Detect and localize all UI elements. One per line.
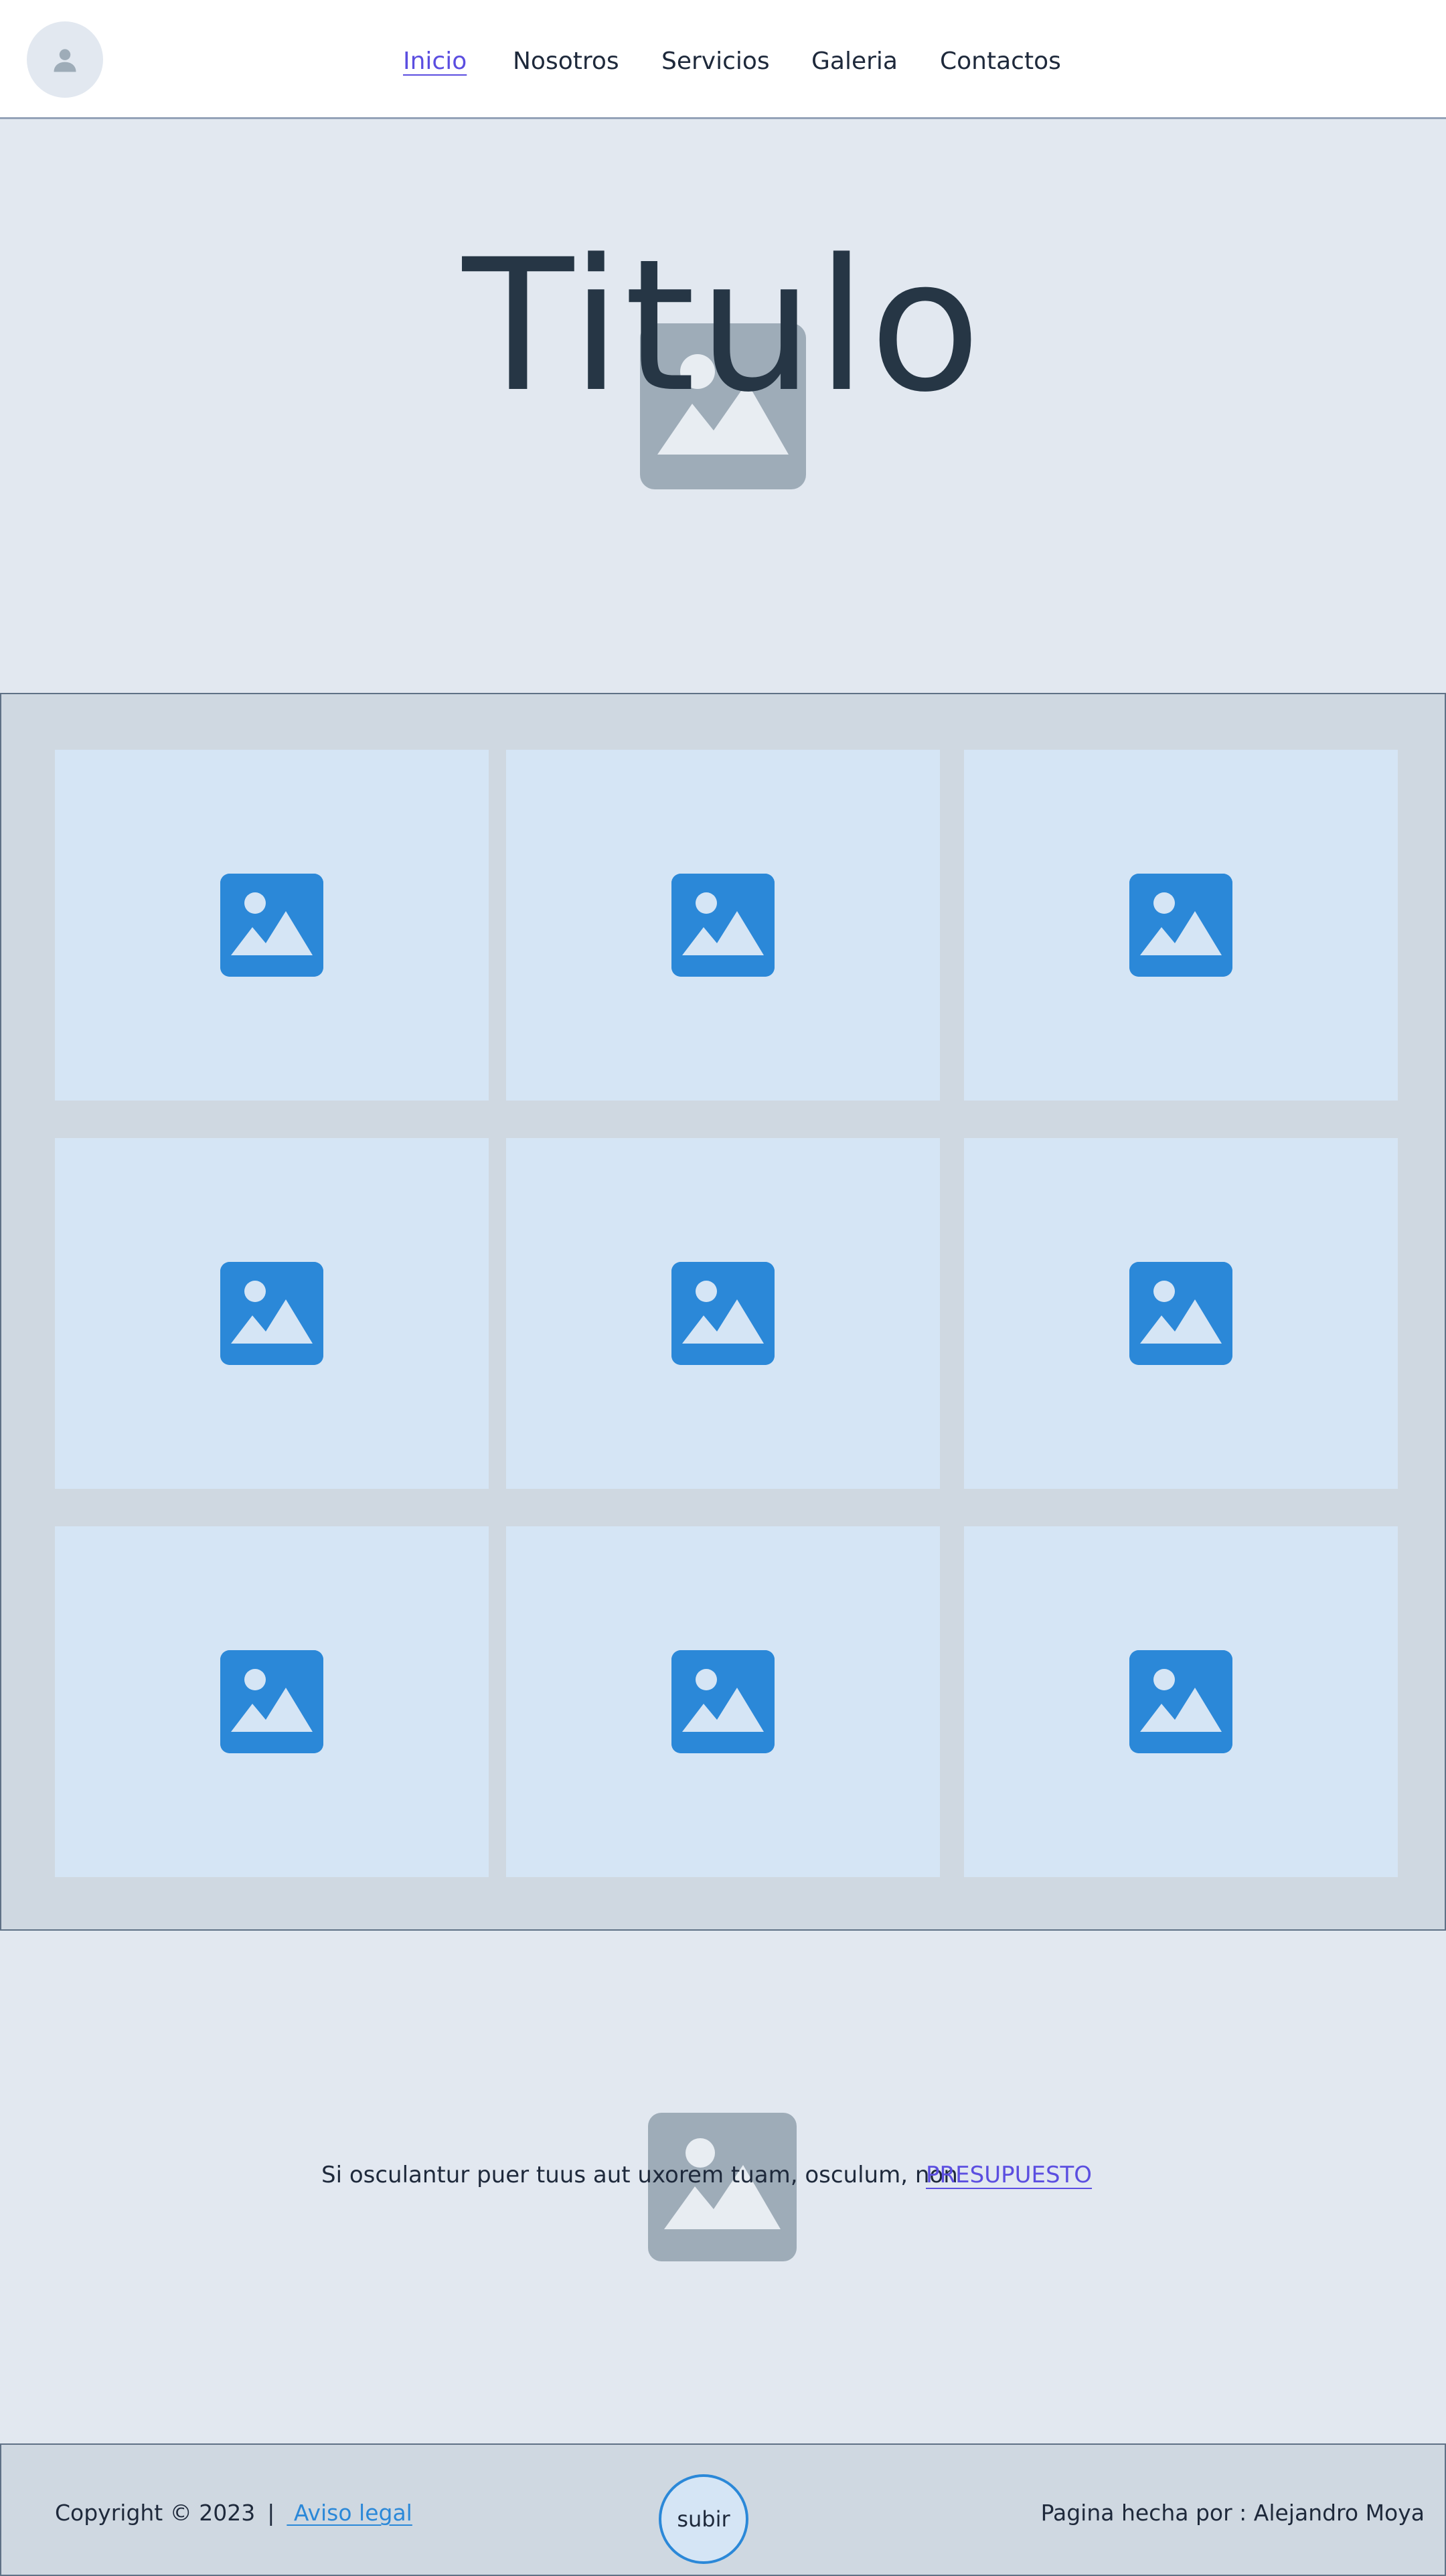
- nav-item-galeria[interactable]: Galeria: [811, 46, 898, 78]
- nav-item-nosotros[interactable]: Nosotros: [513, 46, 619, 78]
- image-icon: [220, 1262, 323, 1365]
- separator: |: [267, 2500, 275, 2526]
- avatar[interactable]: [27, 21, 103, 98]
- scroll-top-button[interactable]: subir: [659, 2474, 748, 2564]
- image-icon: [1129, 874, 1232, 977]
- site-header: Inicio Nosotros Servicios Galeria Contac…: [0, 0, 1446, 119]
- nav-item-contactos[interactable]: Contactos: [940, 46, 1061, 78]
- site-footer: Copyright © 2023 | Aviso legal subir Pagi…: [0, 2443, 1446, 2576]
- page-title: Titulo: [462, 221, 984, 432]
- image-icon: [1129, 1650, 1232, 1753]
- cta-section: Si osculantur puer tuus aut uxorem tuam,…: [0, 1931, 1446, 2443]
- presupuesto-link[interactable]: PRESUPUESTO: [926, 2160, 1092, 2190]
- gallery-tile[interactable]: [964, 1138, 1398, 1489]
- image-icon: [220, 1650, 323, 1753]
- gallery-tile[interactable]: [55, 1526, 489, 1877]
- gallery-grid: [0, 693, 1446, 1931]
- image-icon: [671, 1262, 775, 1365]
- user-icon: [54, 49, 76, 72]
- aviso-legal-link[interactable]: Aviso legal: [287, 2500, 412, 2526]
- gallery-tile[interactable]: [55, 750, 489, 1101]
- nav-item-inicio[interactable]: Inicio: [403, 46, 467, 78]
- gallery-tile[interactable]: [964, 1526, 1398, 1877]
- image-icon: [1129, 1262, 1232, 1365]
- nav-item-servicios[interactable]: Servicios: [661, 46, 770, 78]
- gallery-tile[interactable]: [506, 750, 940, 1101]
- copyright: Copyright © 2023 | Aviso legal: [55, 2498, 412, 2528]
- image-icon: [220, 874, 323, 977]
- image-icon: [671, 874, 775, 977]
- image-icon: [671, 1650, 775, 1753]
- copyright-text: Copyright © 2023: [55, 2500, 256, 2526]
- cta-text: Si osculantur puer tuus aut uxorem tuam,…: [321, 2162, 958, 2188]
- gallery-tile[interactable]: [964, 750, 1398, 1101]
- credit-text: Pagina hecha por : Alejandro Moya: [1040, 2500, 1425, 2526]
- gallery-tile[interactable]: [55, 1138, 489, 1489]
- gallery-tile[interactable]: [506, 1526, 940, 1877]
- hero-section: Titulo: [0, 119, 1446, 693]
- gallery-tile[interactable]: [506, 1138, 940, 1489]
